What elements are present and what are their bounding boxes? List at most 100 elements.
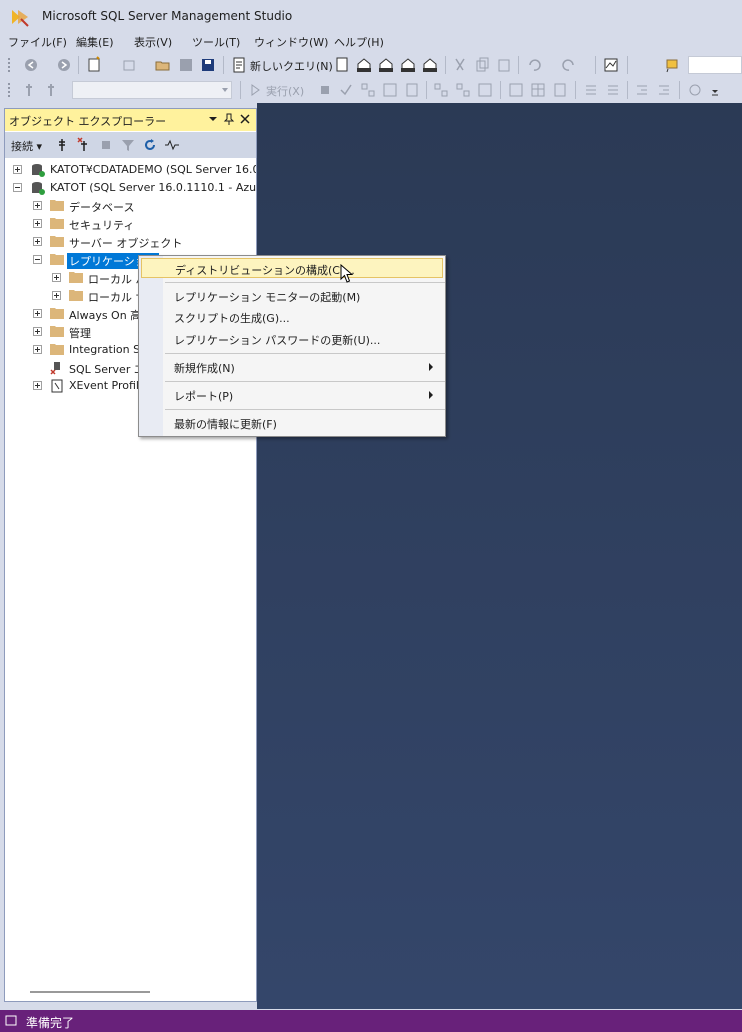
- cut-icon[interactable]: [451, 56, 469, 74]
- status-text: 準備完了: [26, 1016, 75, 1030]
- results-file-icon[interactable]: [551, 81, 569, 99]
- activity-monitor-icon[interactable]: [163, 136, 181, 154]
- toolbar-separator: [575, 81, 576, 99]
- toolbar-overflow-icon[interactable]: [706, 81, 724, 99]
- live-stats-icon[interactable]: [454, 81, 472, 99]
- tree-node-server-katot[interactable]: KATOT (SQL Server 16.0.1110.1 - AzureA: [5, 179, 256, 197]
- find-input[interactable]: [688, 56, 742, 74]
- connect-dropdown-button[interactable]: 接続 ▾: [11, 138, 42, 154]
- comment-icon[interactable]: [582, 81, 600, 99]
- object-explorer-header: オブジェクト エクスプローラー: [5, 109, 256, 131]
- tree-node-label: セキュリティ: [69, 219, 135, 232]
- menu-separator: [165, 409, 445, 410]
- uncomment-icon[interactable]: [604, 81, 622, 99]
- menu-file[interactable]: ファイル(F): [8, 34, 67, 50]
- expand-icon[interactable]: [33, 345, 42, 354]
- menu-view[interactable]: 表示(V): [134, 34, 172, 50]
- xmla-query-icon[interactable]: [399, 56, 417, 74]
- intellisense-icon[interactable]: [403, 81, 421, 99]
- parse-icon[interactable]: [337, 81, 355, 99]
- menu-item-update-replication-passwords[interactable]: レプリケーション パスワードの更新(U)...: [141, 329, 443, 349]
- execute-button[interactable]: 実行(X): [266, 83, 304, 99]
- connect-icon[interactable]: [20, 81, 38, 99]
- toolbar-separator: [500, 81, 501, 99]
- menu-item-launch-replication-monitor[interactable]: レプリケーション モニターの起動(M): [141, 286, 443, 306]
- results-grid-icon[interactable]: [529, 81, 547, 99]
- actual-plan-icon[interactable]: [432, 81, 450, 99]
- collapse-icon[interactable]: [33, 255, 42, 264]
- save-icon[interactable]: [177, 56, 195, 74]
- database-select[interactable]: [72, 81, 232, 99]
- filter-icon[interactable]: [119, 136, 137, 154]
- menu-item-refresh[interactable]: 最新の情報に更新(F): [141, 413, 443, 433]
- menu-help[interactable]: ヘルプ(H): [334, 34, 384, 50]
- expand-icon[interactable]: [33, 219, 42, 228]
- increase-indent-icon[interactable]: [655, 81, 673, 99]
- expand-icon[interactable]: [52, 273, 61, 282]
- results-text-icon[interactable]: [507, 81, 525, 99]
- tree-node-server-cdatademo[interactable]: KATOT¥CDATADEMO (SQL Server 16.0.: [5, 161, 256, 179]
- toolbar-grip[interactable]: [7, 57, 11, 73]
- activity-monitor-icon[interactable]: [602, 56, 620, 74]
- close-icon[interactable]: [238, 112, 252, 126]
- object-explorer-toolbar: 接続 ▾: [5, 132, 256, 158]
- expand-icon[interactable]: [33, 327, 42, 336]
- query-options-icon[interactable]: [381, 81, 399, 99]
- new-project-icon[interactable]: [85, 56, 103, 74]
- submenu-arrow-icon: [429, 391, 433, 399]
- back-icon[interactable]: [22, 56, 40, 74]
- stop-icon[interactable]: [97, 136, 115, 154]
- undo-icon[interactable]: [525, 56, 543, 74]
- estimated-plan-icon[interactable]: [359, 81, 377, 99]
- status-icon: [5, 1015, 17, 1026]
- paste-icon[interactable]: [495, 56, 513, 74]
- expand-icon[interactable]: [13, 165, 22, 174]
- folder-icon: [69, 272, 83, 283]
- menu-item-new[interactable]: 新規作成(N): [141, 357, 443, 377]
- new-query-icon[interactable]: [230, 56, 248, 74]
- stop-icon[interactable]: [316, 81, 334, 99]
- add-item-icon[interactable]: [120, 56, 138, 74]
- connect-object-explorer-icon[interactable]: [53, 136, 71, 154]
- find-icon[interactable]: [663, 56, 681, 74]
- new-query-button[interactable]: 新しいクエリ(N): [250, 58, 333, 74]
- window-position-dropdown-icon[interactable]: [206, 112, 220, 126]
- client-stats-icon[interactable]: [476, 81, 494, 99]
- redo-icon[interactable]: [560, 56, 578, 74]
- collapse-icon[interactable]: [13, 183, 22, 192]
- menu-edit[interactable]: 編集(E): [76, 34, 114, 50]
- menu-item-reports[interactable]: レポート(P): [141, 385, 443, 405]
- specify-values-icon[interactable]: [686, 81, 704, 99]
- tree-node-label: KATOT¥CDATADEMO (SQL Server 16.0.: [50, 163, 256, 176]
- disconnect-icon[interactable]: [75, 136, 93, 154]
- tree-node-security[interactable]: セキュリティ: [5, 215, 256, 233]
- menu-tools[interactable]: ツール(T): [192, 34, 240, 50]
- save-all-icon[interactable]: [199, 56, 217, 74]
- execute-icon[interactable]: [246, 81, 264, 99]
- tree-node-databases[interactable]: データベース: [5, 197, 256, 215]
- dax-query-icon[interactable]: [421, 56, 439, 74]
- expand-icon[interactable]: [52, 291, 61, 300]
- tree-node-server-objects[interactable]: サーバー オブジェクト: [5, 233, 256, 251]
- expand-icon[interactable]: [33, 237, 42, 246]
- refresh-icon[interactable]: [141, 136, 159, 154]
- expand-icon[interactable]: [33, 201, 42, 210]
- toolbar-separator: [223, 56, 224, 74]
- change-connection-icon[interactable]: [42, 81, 60, 99]
- database-engine-query-icon[interactable]: [333, 56, 351, 74]
- decrease-indent-icon[interactable]: [633, 81, 651, 99]
- menu-item-generate-scripts[interactable]: スクリプトの生成(G)...: [141, 307, 443, 327]
- menu-window[interactable]: ウィンドウ(W): [254, 34, 328, 50]
- expand-icon[interactable]: [33, 309, 42, 318]
- expand-icon[interactable]: [33, 381, 42, 390]
- toolbar-grip[interactable]: [7, 82, 11, 98]
- mdx-query-icon[interactable]: [355, 56, 373, 74]
- copy-icon[interactable]: [473, 56, 491, 74]
- horizontal-scrollbar[interactable]: [30, 991, 150, 993]
- toolbar-separator: [240, 81, 241, 99]
- open-file-icon[interactable]: [154, 56, 172, 74]
- forward-icon[interactable]: [55, 56, 73, 74]
- pin-icon[interactable]: [222, 112, 236, 126]
- dmx-query-icon[interactable]: [377, 56, 395, 74]
- menu-item-configure-distribution[interactable]: ディストリビューションの構成(C)...: [141, 258, 443, 278]
